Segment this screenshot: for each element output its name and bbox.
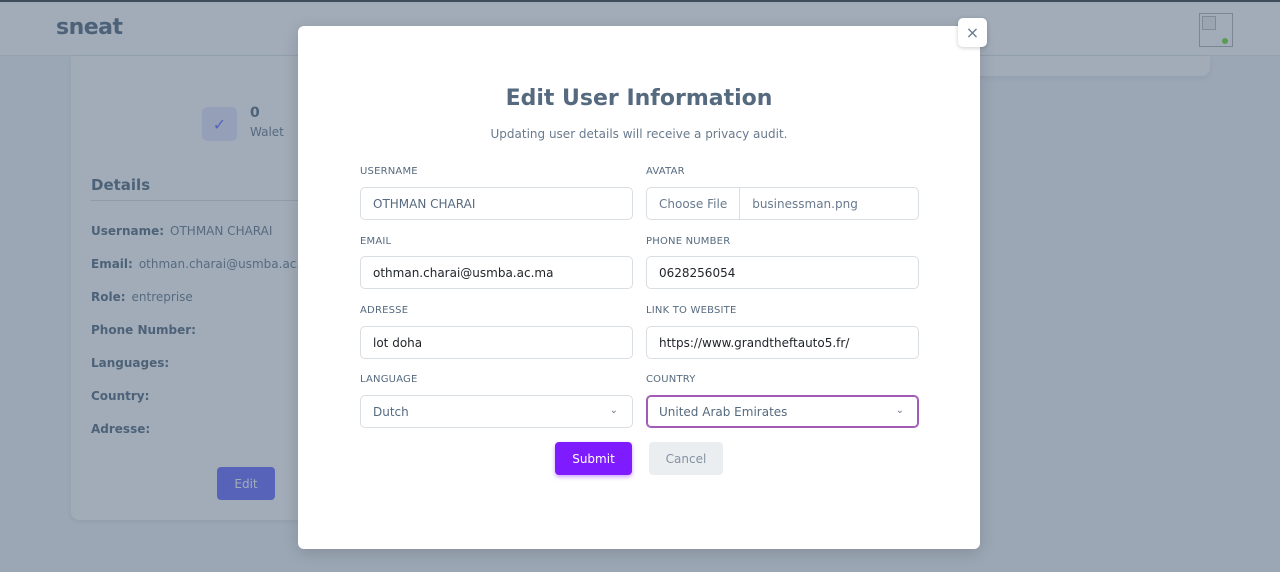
- language-select[interactable]: Dutch ⌄: [360, 395, 633, 428]
- chevron-down-icon: ⌄: [609, 405, 618, 416]
- file-name: businessman.png: [752, 196, 858, 211]
- chevron-down-icon: ⌄: [895, 405, 904, 416]
- avatar-label: AVATAR: [646, 166, 685, 177]
- modal-subtitle: Updating user details will receive a pri…: [490, 127, 788, 141]
- website-label: LINK TO WEBSITE: [646, 305, 737, 316]
- language-selected: Dutch: [373, 404, 409, 419]
- country-label: COUNTRY: [646, 374, 696, 385]
- username-input[interactable]: OTHMAN CHARAI: [360, 187, 633, 220]
- website-field[interactable]: https://www.grandtheftauto5.fr/: [646, 326, 919, 359]
- close-icon[interactable]: ×: [958, 18, 987, 47]
- email-field[interactable]: othman.charai@usmba.ac.ma: [360, 256, 633, 289]
- email-label: EMAIL: [360, 236, 392, 247]
- adresse-field[interactable]: lot doha: [360, 326, 633, 359]
- phone-label: PHONE NUMBER: [646, 236, 731, 247]
- choose-file-button[interactable]: Choose File: [647, 188, 741, 219]
- username-label: USERNAME: [360, 166, 418, 177]
- adresse-label: ADRESSE: [360, 305, 409, 316]
- avatar-file-input[interactable]: Choose File businessman.png: [646, 187, 919, 220]
- country-select[interactable]: United Arab Emirates ⌄: [646, 395, 919, 428]
- phone-field[interactable]: 0628256054: [646, 256, 919, 289]
- country-selected: United Arab Emirates: [659, 404, 788, 419]
- language-label: LANGUAGE: [360, 374, 418, 385]
- modal-title: Edit User Information: [505, 86, 773, 111]
- submit-button[interactable]: Submit: [555, 442, 632, 475]
- cancel-button[interactable]: Cancel: [649, 442, 723, 475]
